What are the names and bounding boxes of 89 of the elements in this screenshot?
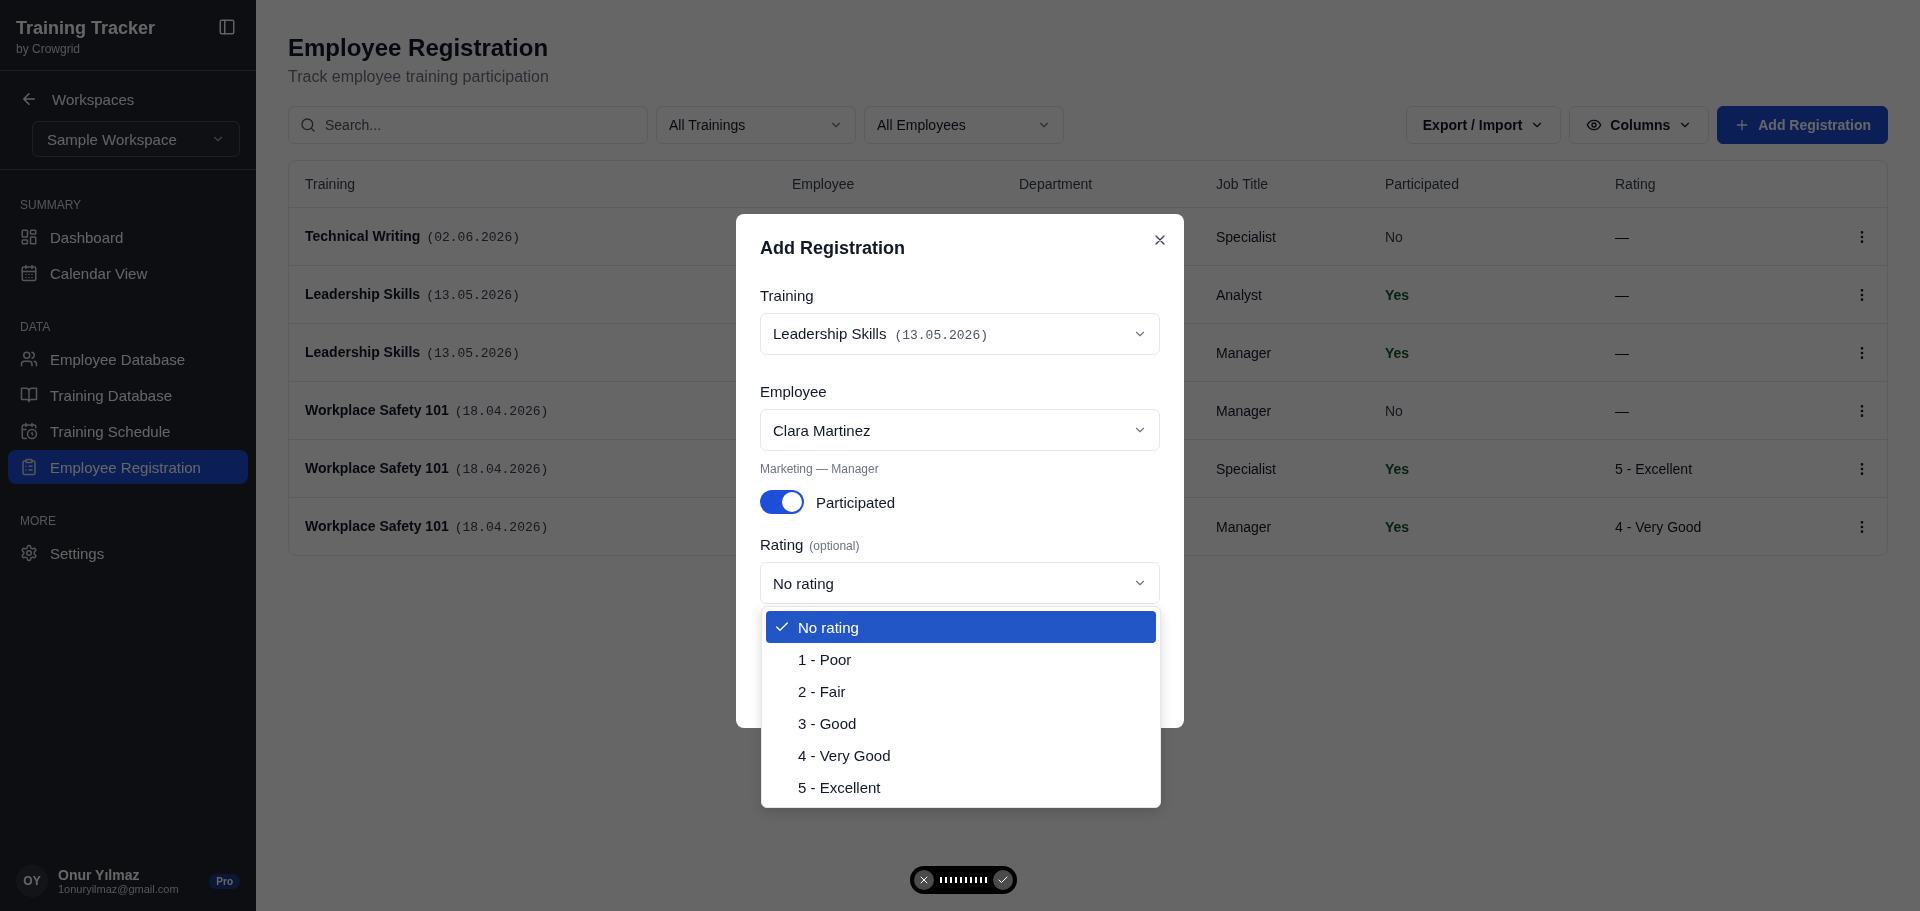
eye-icon bbox=[1586, 117, 1603, 133]
page-title: Employee Registration bbox=[288, 34, 550, 62]
job-title-cell: Specialist bbox=[1216, 460, 1276, 477]
nav-item[interactable]: Training Database bbox=[8, 378, 248, 412]
workspaces-link[interactable]: Workspaces bbox=[52, 90, 135, 108]
filter-select[interactable]: All Trainings bbox=[656, 106, 856, 144]
training-cell: Technical Writing (02.06.2026) bbox=[305, 228, 520, 245]
clipboard-icon bbox=[20, 458, 38, 476]
avatar: OY bbox=[16, 865, 48, 897]
training-select[interactable]: Leadership Skills (13.05.2026) bbox=[760, 313, 1160, 355]
gear-icon bbox=[20, 544, 38, 562]
participated-cell: No bbox=[1385, 228, 1403, 245]
search-field[interactable]: Search... bbox=[288, 106, 648, 144]
participated-cell: Yes bbox=[1385, 344, 1410, 361]
training-cell: Leadership Skills (13.05.2026) bbox=[305, 286, 520, 303]
optional-note: (optional) bbox=[809, 539, 860, 553]
job-title-cell: Specialist bbox=[1216, 228, 1276, 245]
column-header: Training bbox=[305, 176, 356, 192]
section-heading: DATA bbox=[19, 320, 52, 334]
column-header: Department bbox=[1019, 176, 1093, 192]
column-header: Rating bbox=[1615, 176, 1656, 192]
filter-select[interactable]: All Employees bbox=[864, 106, 1064, 144]
add-registration-button[interactable]: Add Registration bbox=[1717, 106, 1888, 144]
section-heading: MORE bbox=[19, 514, 57, 528]
confirm-button[interactable] bbox=[993, 870, 1013, 890]
rating-cell: — bbox=[1615, 344, 1629, 361]
grid-icon bbox=[20, 228, 38, 246]
arrow-left-icon bbox=[20, 90, 38, 108]
rating-cell: 5 - Excellent bbox=[1615, 460, 1693, 477]
dropdown-option[interactable]: No rating bbox=[766, 611, 1156, 643]
workspace-select[interactable]: Sample Workspace bbox=[32, 121, 240, 157]
book-icon bbox=[20, 386, 38, 404]
employee-select[interactable]: Clara Martinez bbox=[760, 409, 1160, 451]
field-label: Rating bbox=[760, 536, 804, 553]
nav-item[interactable]: Settings bbox=[8, 536, 248, 570]
close-icon bbox=[918, 874, 930, 886]
dropdown-option[interactable]: 5 - Excellent bbox=[766, 771, 1156, 803]
columns-button[interactable]: Columns bbox=[1569, 106, 1710, 144]
nav-item[interactable]: Training Schedule bbox=[8, 414, 248, 448]
job-title-cell: Manager bbox=[1216, 344, 1272, 361]
field-label: Training bbox=[760, 287, 815, 304]
rating-cell: — bbox=[1615, 402, 1629, 419]
check-icon bbox=[997, 874, 1009, 886]
nav-item[interactable]: Employee Registration bbox=[8, 450, 248, 484]
participated-toggle[interactable] bbox=[760, 490, 804, 514]
column-header: Job Title bbox=[1216, 176, 1269, 192]
job-title-cell: Analyst bbox=[1216, 286, 1262, 303]
users-icon bbox=[20, 350, 38, 368]
sidebar-toggle-icon[interactable] bbox=[218, 18, 236, 36]
app-title: Training Tracker bbox=[16, 18, 156, 39]
nav-item[interactable]: Calendar View bbox=[8, 256, 248, 290]
training-cell: Workplace Safety 101 (18.04.2026) bbox=[305, 518, 549, 535]
dropdown-option[interactable]: 2 - Fair bbox=[766, 675, 1156, 707]
training-cell: Workplace Safety 101 (18.04.2026) bbox=[305, 402, 549, 419]
rating-cell: — bbox=[1615, 228, 1629, 245]
training-cell: Workplace Safety 101 (18.04.2026) bbox=[305, 460, 549, 477]
user-name: Onur Yılmaz bbox=[58, 867, 141, 883]
dropdown-option[interactable]: 3 - Good bbox=[766, 707, 1156, 739]
section-heading: SUMMARY bbox=[19, 198, 83, 212]
cancel-button[interactable] bbox=[914, 870, 934, 890]
calendar-clock-icon bbox=[20, 422, 38, 440]
rating-select[interactable]: No rating bbox=[760, 562, 1160, 604]
dropdown-option[interactable]: 4 - Very Good bbox=[766, 739, 1156, 771]
recording-dots-icon bbox=[940, 877, 987, 883]
participated-cell: Yes bbox=[1385, 460, 1410, 477]
rating-cell: — bbox=[1615, 286, 1629, 303]
rating-cell: 4 - Very Good bbox=[1615, 518, 1702, 535]
export-import-button[interactable]: Export / Import bbox=[1405, 106, 1562, 144]
field-label: Employee bbox=[760, 383, 828, 400]
dropdown-option[interactable]: 1 - Poor bbox=[766, 643, 1156, 675]
employee-hint: Marketing — Manager bbox=[760, 462, 880, 476]
job-title-cell: Manager bbox=[1216, 518, 1272, 535]
search-icon bbox=[300, 117, 316, 133]
app-subtitle: by Crowgrid bbox=[16, 42, 82, 56]
participated-cell: Yes bbox=[1385, 286, 1410, 303]
calendar-icon bbox=[20, 264, 38, 282]
nav-item[interactable]: Dashboard bbox=[8, 220, 248, 254]
column-header: Employee bbox=[792, 176, 855, 192]
column-header: Participated bbox=[1385, 176, 1459, 192]
training-cell: Leadership Skills (13.05.2026) bbox=[305, 344, 520, 361]
page-subtitle: Track employee training participation bbox=[288, 68, 550, 86]
toggle-label: Participated bbox=[816, 493, 896, 511]
plan-badge: Pro bbox=[209, 873, 240, 889]
participated-cell: No bbox=[1385, 402, 1403, 419]
dialog-title: Add Registration bbox=[760, 238, 906, 259]
job-title-cell: Manager bbox=[1216, 402, 1272, 419]
user-email: 1onuryilmaz@gmail.com bbox=[58, 883, 179, 895]
participated-cell: Yes bbox=[1385, 518, 1410, 535]
nav-item[interactable]: Employee Database bbox=[8, 342, 248, 376]
